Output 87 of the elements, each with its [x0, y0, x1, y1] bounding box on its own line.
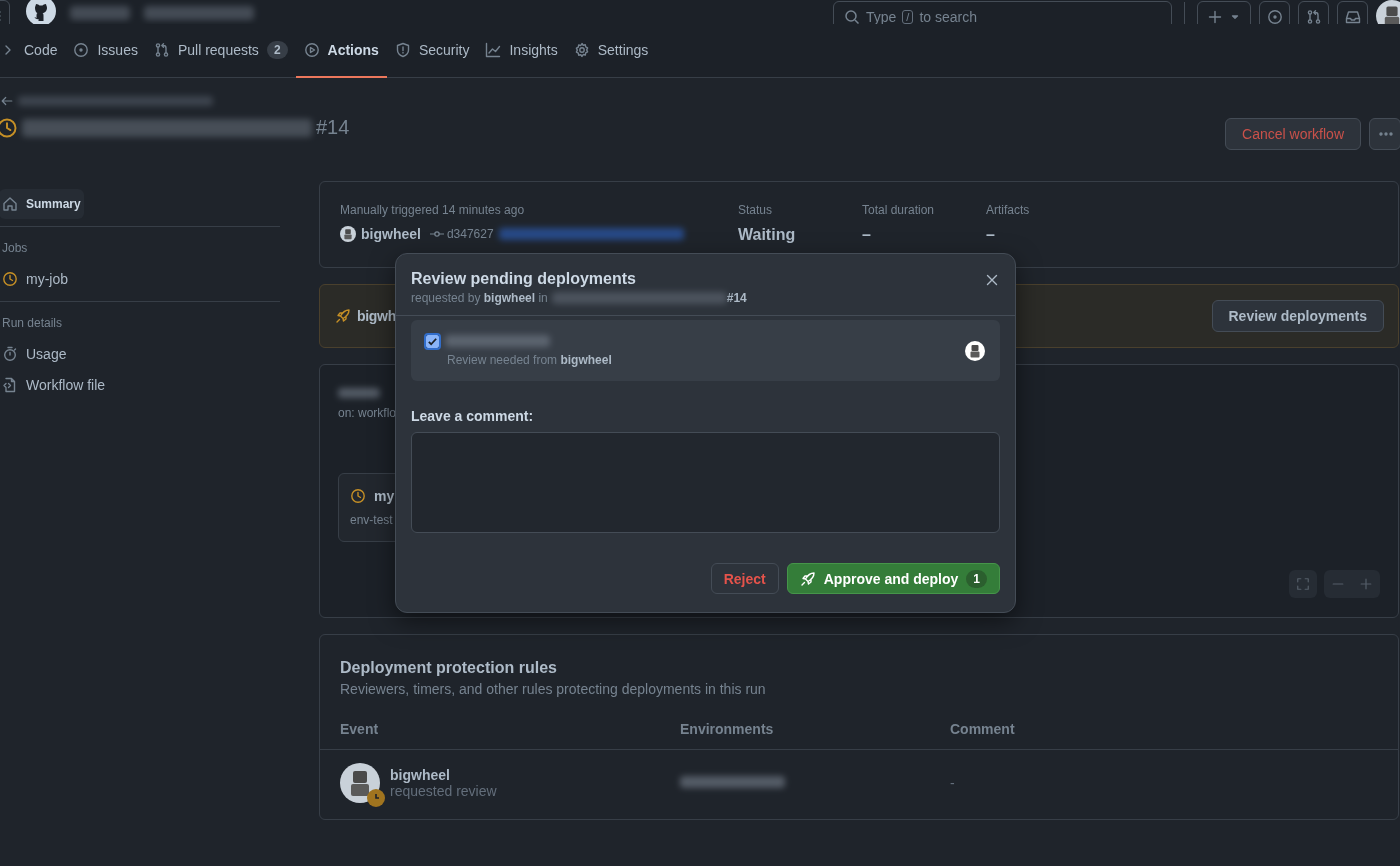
column-header: Comment — [950, 721, 1016, 737]
pull-requests-button[interactable] — [1298, 1, 1329, 24]
issue-icon — [73, 42, 90, 58]
github-logo-icon[interactable] — [26, 0, 56, 24]
inbox-button[interactable] — [1337, 1, 1368, 24]
repo-tab[interactable]: Pull requests 2 — [145, 24, 296, 78]
run-number: #14 — [316, 116, 350, 139]
plus-icon — [1207, 9, 1223, 24]
trigger-text: on: workflo — [338, 406, 397, 420]
play-icon — [303, 42, 320, 58]
blurred-text — [338, 388, 380, 398]
stat-label: Total duration — [862, 203, 936, 217]
review-note: Review needed from bigwheel — [447, 352, 612, 367]
count-badge: 1 — [966, 569, 987, 588]
user-name[interactable]: bigwheel — [361, 226, 421, 242]
inbox-icon — [1344, 9, 1361, 24]
shield-icon — [394, 42, 411, 58]
review-deployments-button[interactable]: Review deployments — [1211, 300, 1384, 332]
fullscreen-button[interactable] — [1289, 570, 1317, 598]
keyboard-shortcut: / — [902, 10, 914, 24]
repo-tab[interactable]: Code — [0, 24, 66, 78]
table-cell-text: - — [950, 774, 956, 791]
section-title: Deployment protection rules — [340, 659, 558, 677]
clock-icon — [0, 116, 18, 139]
settings-icon — [573, 42, 590, 58]
stat-value: Waiting — [738, 226, 797, 244]
approve-button[interactable]: Approve and deploy 1 — [786, 563, 1000, 594]
pull-request-icon — [1305, 9, 1322, 24]
dialog-title: Review pending deployments — [411, 270, 637, 288]
repo-tab[interactable]: Actions — [295, 24, 387, 78]
user-name[interactable]: bigwheel — [390, 766, 497, 783]
rocket-icon — [799, 570, 816, 587]
column-header: Environments — [680, 721, 775, 737]
sidebar-item[interactable]: Summary — [0, 189, 84, 219]
event-text: requested review — [390, 782, 497, 799]
count-badge: 2 — [266, 41, 288, 59]
trigger-text: Manually triggered 14 minutes ago — [340, 203, 526, 217]
issues-button[interactable] — [1259, 1, 1290, 24]
plus-icon — [1359, 577, 1373, 591]
stat-value: – — [862, 226, 872, 244]
avatar-icon — [340, 762, 380, 803]
file-code-icon — [2, 376, 18, 393]
run-number[interactable]: #14 — [726, 291, 747, 305]
search-icon — [844, 9, 860, 24]
stopwatch-icon — [2, 345, 18, 362]
sidebar-item[interactable]: my-job — [0, 263, 272, 294]
job-name: my — [374, 488, 395, 504]
close-icon — [984, 272, 1000, 288]
search-placeholder: Type — [866, 9, 897, 24]
rocket-icon — [335, 308, 351, 324]
clock-icon — [2, 270, 18, 287]
repo-tab[interactable]: Settings — [565, 24, 657, 78]
sidebar-item[interactable]: Workflow file — [0, 369, 272, 400]
section-subtitle: Reviewers, timers, and other rules protecting deployments in this run — [340, 681, 767, 697]
sidebar-item[interactable]: Usage — [0, 338, 272, 369]
avatar-icon — [965, 340, 985, 361]
banner-text: bigwh — [357, 308, 396, 324]
environment-text: env-test — [350, 513, 394, 527]
repo-tab[interactable]: Security — [386, 24, 478, 78]
column-header: Event — [340, 721, 380, 737]
create-button[interactable] — [1197, 1, 1251, 24]
home-icon — [2, 196, 18, 212]
comment-field[interactable] — [411, 432, 1000, 533]
issue-icon — [1266, 9, 1283, 24]
repo-tab[interactable]: Issues — [65, 24, 146, 78]
graph-icon — [485, 42, 502, 58]
pull-request-icon — [153, 42, 170, 58]
comment-label: Leave a comment: — [411, 408, 535, 424]
close-button[interactable] — [984, 272, 1000, 288]
section-heading: Jobs — [1, 240, 29, 257]
commit-link[interactable]: d347627 — [446, 227, 494, 241]
search-placeholder: to search — [919, 9, 977, 24]
clock-badge-icon — [367, 788, 385, 807]
dialog-subtitle: requested by bigwheel in — [411, 291, 548, 305]
checkbox[interactable] — [426, 334, 439, 348]
avatar-icon — [340, 226, 356, 242]
blurred-text — [70, 6, 130, 20]
back-arrow-icon — [0, 94, 14, 108]
repo-tab[interactable]: Insights — [477, 24, 566, 78]
fullscreen-icon — [1296, 577, 1310, 591]
more-button[interactable] — [1369, 118, 1400, 150]
search-field[interactable]: Type / to search — [833, 1, 1172, 24]
stat-label: Artifacts — [986, 203, 1031, 217]
clock-icon — [350, 488, 366, 504]
section-heading: Run details — [1, 315, 64, 332]
stat-label: Status — [738, 203, 774, 217]
stat-value: – — [986, 226, 996, 244]
